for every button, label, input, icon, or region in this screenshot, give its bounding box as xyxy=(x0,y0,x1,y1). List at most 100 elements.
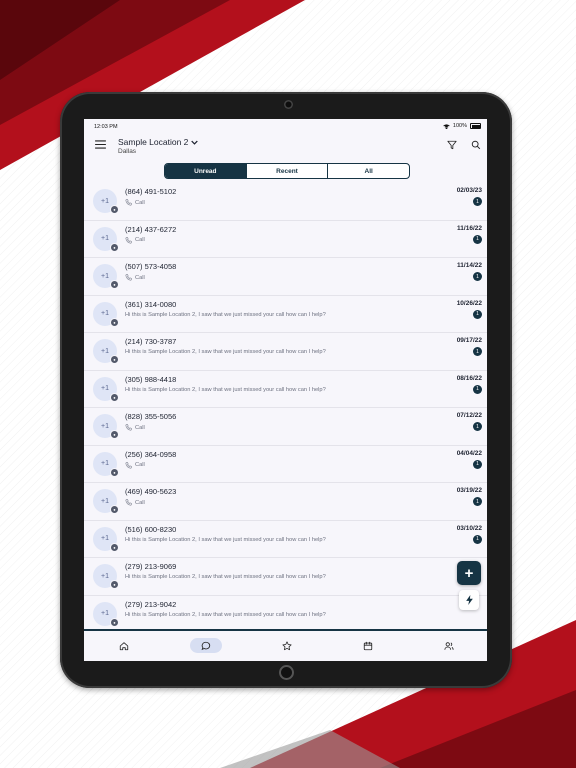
tablet-frame: 12:03 PM 100% Sample Location 2 Dallas U… xyxy=(60,92,512,688)
conversation-row[interactable]: +1 ● (516) 600-8230 Hi this is Sample Locat… xyxy=(84,520,487,558)
message-date: 11/16/22 xyxy=(457,224,482,232)
nav-home[interactable] xyxy=(108,638,140,653)
chat-icon xyxy=(201,641,211,650)
menu-icon[interactable] xyxy=(95,140,106,149)
star-icon xyxy=(282,640,292,650)
preview-text: Hi this is Sample Location 2, I saw that… xyxy=(125,611,326,618)
channel-badge-icon: ● xyxy=(110,392,119,402)
search-icon[interactable] xyxy=(471,140,481,150)
channel-badge-icon: ● xyxy=(110,317,119,327)
unread-badge: 1 xyxy=(473,347,482,356)
conversation-row[interactable]: +1 ● (279) 213-9069 Hi this is Sample Locat… xyxy=(84,557,487,596)
preview-text: Call xyxy=(135,199,145,206)
avatar-label: +1 xyxy=(101,347,109,355)
message-date: 03/19/22 xyxy=(456,487,482,494)
conversation-row[interactable]: +1 ● (469) 490-5623 Call 03/19/22 1 xyxy=(84,482,487,521)
avatar: +1 ● xyxy=(93,189,119,214)
message-date: 07/12/22 xyxy=(456,412,482,419)
call-icon xyxy=(125,274,132,281)
message-preview: Hi this is Sample Location 2, I saw that… xyxy=(125,349,326,355)
message-preview: Call xyxy=(125,199,145,206)
preview-text: Hi this is Sample Location 2, I saw that… xyxy=(125,349,326,355)
bolt-icon xyxy=(465,595,473,605)
channel-badge-icon: ● xyxy=(110,242,119,252)
contact-phone: (361) 314-0080 xyxy=(125,299,177,309)
preview-text: Hi this is Sample Location 2, I saw that… xyxy=(125,536,326,543)
nav-messages[interactable] xyxy=(190,638,222,653)
preview-text: Call xyxy=(135,462,145,468)
contact-phone: (279) 213-9069 xyxy=(125,562,177,571)
location-selector[interactable]: Sample Location 2 xyxy=(118,137,199,147)
tab-all[interactable]: All xyxy=(327,164,409,178)
conversation-row[interactable]: +1 ● (828) 355-5056 Call 07/12/22 1 xyxy=(84,407,487,446)
conversation-row[interactable]: +1 ● (214) 730-3787 Hi this is Sample Locat… xyxy=(84,332,487,371)
contact-phone: (279) 213-9042 xyxy=(125,599,177,609)
avatar-label: +1 xyxy=(101,310,109,317)
message-date: 11/14/22 xyxy=(457,262,482,269)
conversation-row[interactable]: +1 ● (256) 364-0958 Call 04/04/22 1 xyxy=(84,445,487,483)
message-preview: Hi this is Sample Location 2, I saw that… xyxy=(125,537,326,543)
unread-badge: 1 xyxy=(473,272,482,281)
tab-unread[interactable]: Unread xyxy=(165,164,246,178)
avatar: +1 ● xyxy=(93,601,119,627)
battery-percent: 100% xyxy=(452,123,467,129)
message-preview: Call xyxy=(125,461,145,469)
avatar-label: +1 xyxy=(101,235,109,242)
nav-favorites[interactable] xyxy=(271,638,303,653)
conversation-row[interactable]: +1 ● (279) 213-9042 Hi this is Sample Locat… xyxy=(84,595,487,630)
nav-calendar[interactable] xyxy=(352,638,384,653)
filter-icon[interactable] xyxy=(447,140,457,150)
preview-text: Call xyxy=(135,274,145,281)
avatar-label: +1 xyxy=(101,610,109,617)
chevron-down-icon xyxy=(191,140,199,145)
wifi-icon xyxy=(443,123,450,129)
channel-badge-icon: ● xyxy=(110,617,119,627)
conversation-list[interactable]: +1 ● (864) 491-5102 Call 02/03/23 1 +1 ● (214) 4… xyxy=(84,182,487,629)
message-preview: Hi this is Sample Location 2, I saw that… xyxy=(125,312,326,318)
call-icon xyxy=(125,236,132,243)
call-icon xyxy=(125,499,132,506)
contact-phone: (864) 491-5102 xyxy=(125,187,177,196)
avatar: +1 ● xyxy=(93,264,119,289)
conversation-row[interactable]: +1 ● (507) 573-4058 Call 11/14/22 1 xyxy=(84,257,487,296)
message-preview: Hi this is Sample Location 2, I saw that… xyxy=(125,387,326,393)
conversation-row[interactable]: +1 ● (305) 988-4418 Hi this is Sample Locat… xyxy=(84,370,487,408)
message-preview: Hi this is Sample Location 2, I saw that… xyxy=(125,612,326,618)
avatar-label: +1 xyxy=(101,385,109,392)
avatar-label: +1 xyxy=(101,535,109,542)
home-hardware-button[interactable] xyxy=(279,665,294,680)
call-icon xyxy=(125,424,132,431)
message-date: 02/03/23 xyxy=(456,187,482,194)
tab-recent[interactable]: Recent xyxy=(245,164,328,178)
message-date: 03/10/22 xyxy=(456,524,482,532)
avatar: +1 ● xyxy=(93,564,119,589)
avatar: +1 ● xyxy=(93,414,119,439)
home-icon xyxy=(119,641,129,650)
nav-contacts[interactable] xyxy=(433,638,465,653)
conversation-row[interactable]: +1 ● (864) 491-5102 Call 02/03/23 1 xyxy=(84,182,487,221)
unread-badge: 1 xyxy=(473,309,482,319)
contact-phone: (469) 490-5623 xyxy=(125,487,177,496)
contacts-icon xyxy=(444,641,454,650)
preview-text: Hi this is Sample Location 2, I saw that… xyxy=(125,311,326,318)
conversation-row[interactable]: +1 ● (214) 437-6272 Call 11/16/22 1 xyxy=(84,220,487,258)
avatar-label: +1 xyxy=(101,197,109,205)
add-conversation-button[interactable]: + xyxy=(457,561,481,585)
unread-badge: 1 xyxy=(473,234,482,244)
avatar-label: +1 xyxy=(101,422,109,430)
contact-phone: (214) 437-6272 xyxy=(125,224,177,234)
status-time: 12:03 PM xyxy=(94,124,118,130)
unread-badge: 1 xyxy=(473,422,482,431)
message-preview: Call xyxy=(125,424,145,431)
quick-action-button[interactable] xyxy=(459,590,479,610)
unread-badge: 1 xyxy=(473,197,482,206)
location-name: Sample Location 2 xyxy=(118,137,189,147)
avatar: +1 ● xyxy=(93,339,119,364)
preview-text: Hi this is Sample Location 2, I saw that… xyxy=(125,574,326,580)
avatar: +1 ● xyxy=(93,301,119,327)
avatar-label: +1 xyxy=(101,497,109,505)
avatar: +1 ● xyxy=(93,376,119,402)
message-date: 10/26/22 xyxy=(456,299,482,307)
conversation-row[interactable]: +1 ● (361) 314-0080 Hi this is Sample Locat… xyxy=(84,295,487,333)
unread-badge: 1 xyxy=(473,459,482,469)
